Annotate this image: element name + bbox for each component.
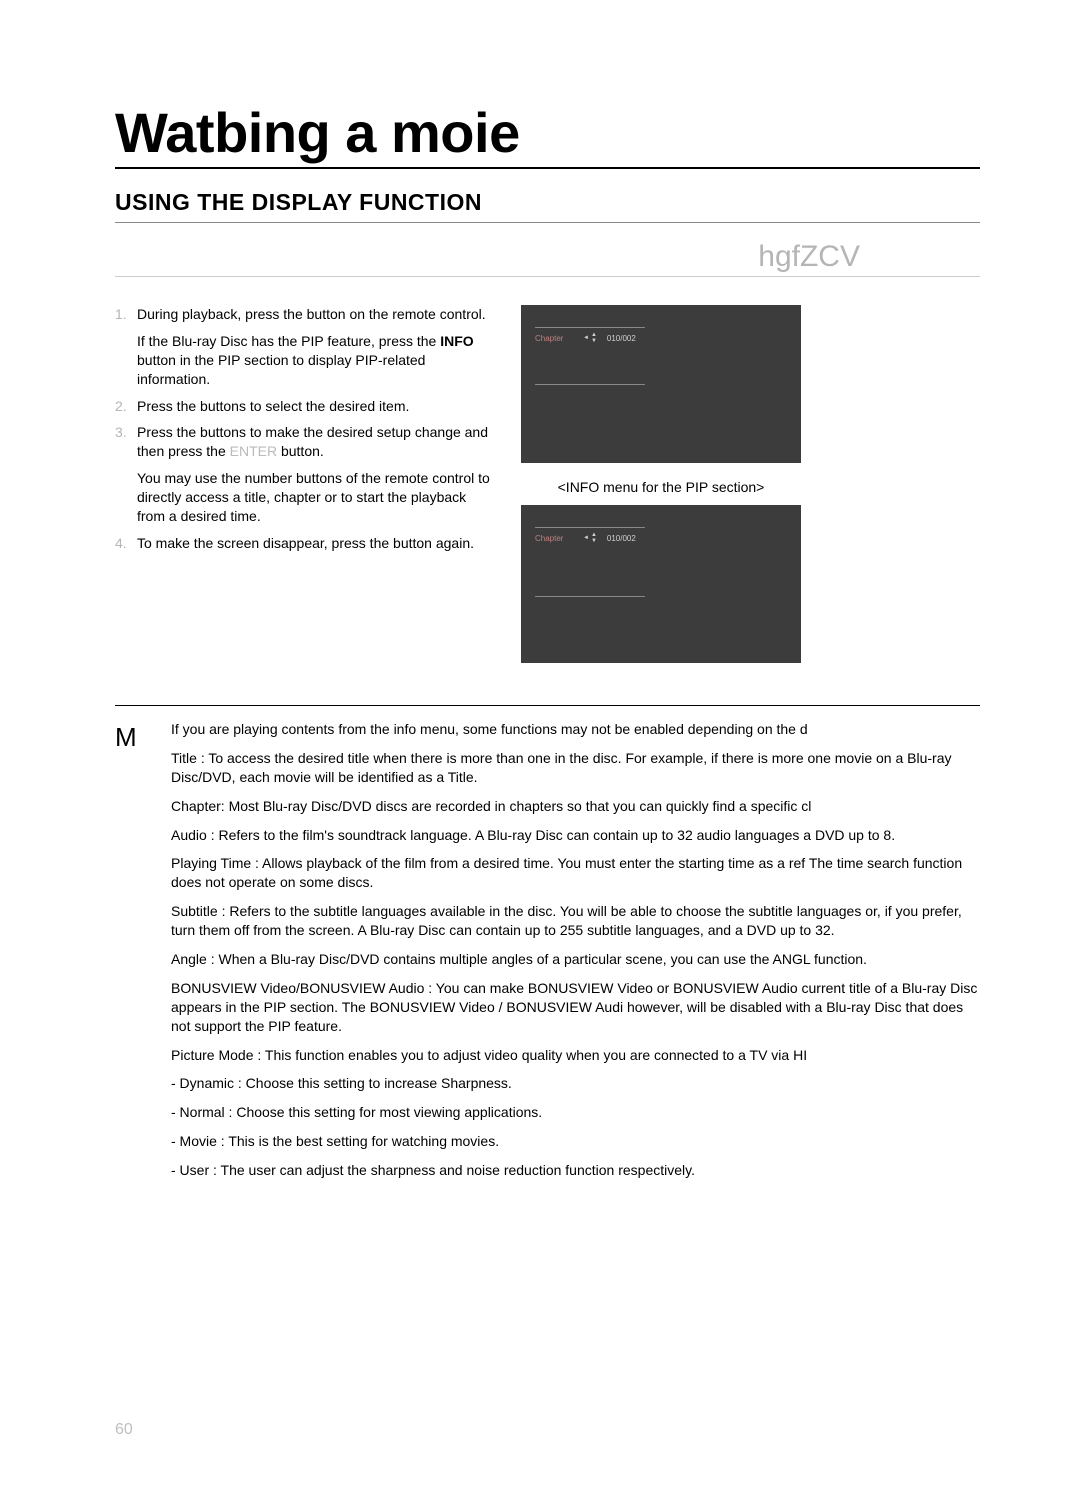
media-type-row: hgfZCV bbox=[115, 229, 980, 277]
notes-block: M If you are playing contents from the i… bbox=[115, 705, 980, 1190]
note-sub-item: - Dynamic : Choose this setting to incre… bbox=[171, 1074, 980, 1093]
divider bbox=[535, 596, 645, 597]
step-body: Press the buttons to make the desired se… bbox=[137, 423, 495, 461]
chevron-left-icon: ◄ bbox=[583, 335, 589, 341]
media-badges: hgfZCV bbox=[758, 240, 980, 274]
note-item: Angle : When a Blu-ray Disc/DVD contains… bbox=[171, 950, 980, 969]
chevron-down-icon: ▼ bbox=[591, 538, 597, 544]
page-number: 60 bbox=[115, 1421, 133, 1439]
chevron-down-icon: ▼ bbox=[591, 338, 597, 344]
note-icon: M bbox=[115, 720, 171, 1190]
chapter-row: Chapter ◄ ▲ ▼ 010/002 bbox=[535, 332, 787, 344]
step-4: 4. To make the screen disappear, press t… bbox=[115, 534, 495, 553]
preview-column: Chapter ◄ ▲ ▼ 010/002 <INFO menu for the… bbox=[521, 305, 801, 675]
step-3-sub: You may use the number buttons of the re… bbox=[137, 469, 495, 526]
chapter-value: 010/002 bbox=[607, 334, 636, 343]
note-sub-item: - Movie : This is the best setting for w… bbox=[171, 1132, 980, 1151]
note-item: Subtitle : Refers to the subtitle langua… bbox=[171, 902, 980, 940]
divider bbox=[535, 527, 645, 528]
chapter-value: 010/002 bbox=[607, 534, 636, 543]
chapter-row: Chapter ◄ ▲ ▼ 010/002 bbox=[535, 532, 787, 544]
step-number: 2. bbox=[115, 397, 137, 416]
note-item: Audio : Refers to the ﬁlm's soundtrack l… bbox=[171, 826, 980, 845]
note-item: Playing Time : Allows playback of the ﬁl… bbox=[171, 854, 980, 892]
notes-body: If you are playing contents from the inf… bbox=[171, 720, 980, 1190]
text: If the Blu-ray Disc has the PIP feature,… bbox=[137, 333, 440, 349]
page-title: Watbing a moie bbox=[115, 100, 980, 169]
info-menu-preview-2: Chapter ◄ ▲ ▼ 010/002 bbox=[521, 505, 801, 663]
steps-column: 1. During playback, press the button on … bbox=[115, 305, 495, 561]
step-3: 3. Press the buttons to make the desired… bbox=[115, 423, 495, 461]
step-body: To make the screen disappear, press the … bbox=[137, 534, 495, 553]
text: During playback, press the bbox=[137, 306, 307, 322]
step-body: During playback, press the button on the… bbox=[137, 305, 495, 324]
text: button again. bbox=[393, 535, 474, 551]
step-body: Press the buttons to select the desired … bbox=[137, 397, 495, 416]
step-number: 1. bbox=[115, 305, 137, 324]
step-number: 4. bbox=[115, 534, 137, 553]
chevron-left-icon: ◄ bbox=[583, 535, 589, 541]
note-item: Chapter: Most Blu-ray Disc/DVD discs are… bbox=[171, 797, 980, 816]
step-number: 3. bbox=[115, 423, 137, 461]
divider bbox=[535, 327, 645, 328]
text: Press the bbox=[137, 398, 200, 414]
note-item: Title : To access the desired title when… bbox=[171, 749, 980, 787]
note-sub-item: - Normal : Choose this setting for most … bbox=[171, 1103, 980, 1122]
step-2: 2. Press the buttons to select the desir… bbox=[115, 397, 495, 416]
chapter-label: Chapter bbox=[535, 534, 583, 543]
enter-button-label: ENTER bbox=[230, 443, 277, 459]
text: Press the bbox=[137, 424, 200, 440]
section-heading: USING THE DISPLAY FUNCTION bbox=[115, 189, 980, 223]
step-1: 1. During playback, press the button on … bbox=[115, 305, 495, 324]
text: To make the screen disappear, press the bbox=[137, 535, 393, 551]
note-sub-item: - User : The user can adjust the sharpne… bbox=[171, 1161, 980, 1180]
preview-caption: <INFO menu for the PIP section> bbox=[521, 479, 801, 495]
text: button in the PIP section to display PIP… bbox=[137, 352, 425, 387]
info-menu-preview-1: Chapter ◄ ▲ ▼ 010/002 bbox=[521, 305, 801, 463]
chapter-label: Chapter bbox=[535, 334, 583, 343]
info-button-label: INFO bbox=[440, 333, 473, 349]
text: buttons to select the desired item. bbox=[200, 398, 409, 414]
divider bbox=[535, 384, 645, 385]
step-1-sub: If the Blu-ray Disc has the PIP feature,… bbox=[137, 332, 495, 389]
note-item: BONUSVIEW Video/BONUSVIEW Audio : You ca… bbox=[171, 979, 980, 1036]
text: button. bbox=[277, 443, 324, 459]
text: button on the remote control. bbox=[307, 306, 486, 322]
note-item: If you are playing contents from the inf… bbox=[171, 720, 980, 739]
note-item: Picture Mode : This function enables you… bbox=[171, 1046, 980, 1065]
